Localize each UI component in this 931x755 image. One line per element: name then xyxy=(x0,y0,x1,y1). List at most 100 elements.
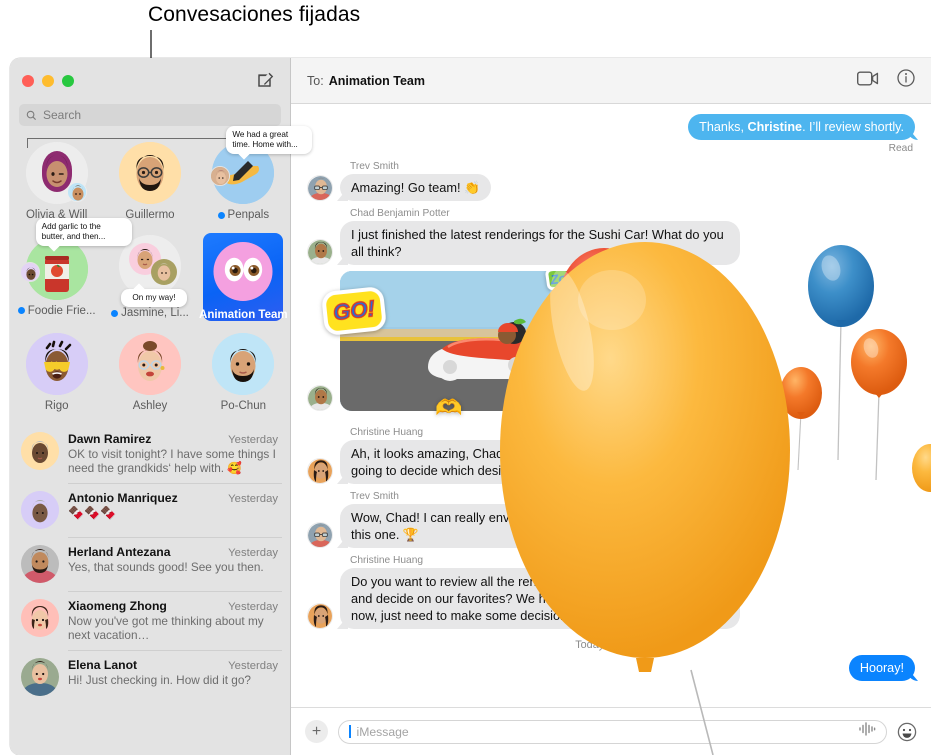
secondary-avatar xyxy=(66,182,87,202)
message-column: Christine Huang Ah, it looks amazing, Ch… xyxy=(340,427,740,484)
zoom-button[interactable] xyxy=(62,75,74,87)
list-item[interactable]: Herland Antezana Yesterday Yes, that sou… xyxy=(10,537,290,591)
facetime-video-icon[interactable] xyxy=(856,71,879,91)
pinned-item-foodie-friends[interactable]: Add garlic to the butter, and then... Fo… xyxy=(13,217,132,317)
list-item[interactable]: Elena Lanot Yesterday Hi! Just checking … xyxy=(10,650,290,704)
message-bubble: Hooray! xyxy=(848,655,915,681)
message-preview: 🍫🍫🍫 xyxy=(68,506,117,520)
avatar xyxy=(212,333,275,395)
sender-name: Chad Benjamin Potter xyxy=(350,208,450,219)
window-traffic-lights xyxy=(22,75,74,87)
pinned-item-animation-team[interactable]: Animation Team xyxy=(199,233,288,321)
message-incoming: Christine Huang Ah, it looks amazing, Ch… xyxy=(307,427,915,484)
pinned-row-2: Add garlic to the butter, and then... Fo… xyxy=(10,217,290,321)
chat-pane: To: Animation Team Thanks, Christine. I’… xyxy=(291,58,931,755)
contact-name: Antonio Manriquez xyxy=(68,491,178,505)
sidebar-titlebar xyxy=(10,58,290,104)
thread-timestamp: Today 9:41 AM xyxy=(575,639,647,651)
timestamp: Yesterday xyxy=(228,660,278,672)
list-item[interactable]: Dawn Ramirez Yesterday OK to visit tonig… xyxy=(10,424,290,483)
list-item-body: Herland Antezana Yesterday Yes, that sou… xyxy=(68,545,278,583)
avatar: Add garlic to the butter, and then... xyxy=(19,217,132,300)
list-item-body: Elena Lanot Yesterday Hi! Just checking … xyxy=(68,658,278,696)
contact-name: Herland Antezana xyxy=(68,545,171,559)
secondary-avatar xyxy=(19,261,40,282)
pinned-item-guillermo[interactable]: Guillermo xyxy=(106,142,194,221)
avatar xyxy=(307,603,333,629)
message-preview: Hi! Just checking in. How did it go? xyxy=(68,673,251,687)
messages-window: Search Olivia & Will Guillermo We had a … xyxy=(10,58,931,755)
avatar xyxy=(25,142,88,204)
pinned-item-label-wrap: Jasmine, Li... xyxy=(111,307,189,319)
contact-name: Dawn Ramirez xyxy=(68,432,152,446)
avatar xyxy=(25,333,88,395)
message-bubble: Wow, Chad! I can really envision us taki… xyxy=(340,504,740,548)
message-outgoing-last: Hooray! xyxy=(307,655,915,681)
plus-icon[interactable]: + xyxy=(305,720,328,743)
pinned-item-rigo[interactable]: Rigo xyxy=(13,333,101,412)
pinned-conversations: Olivia & Will Guillermo We had a great t… xyxy=(10,126,313,422)
message-incoming-image: Zoom GO! 🫶 xyxy=(307,271,915,420)
pinned-item-label: Penpals xyxy=(227,209,270,221)
pinned-preview-bubble: Add garlic to the butter, and then... xyxy=(35,217,132,246)
compose-icon[interactable] xyxy=(256,70,276,90)
pinned-item-penpals[interactable]: We had a great time. Home with... Penpal… xyxy=(199,126,313,221)
message-preview: OK to visit tonight? I have some things … xyxy=(68,447,276,475)
list-item[interactable]: Antonio Manriquez Yesterday 🍫🍫🍫 xyxy=(10,483,290,537)
close-button[interactable] xyxy=(22,75,34,87)
pinned-preview-bubble: We had a great time. Home with... xyxy=(226,126,313,154)
selected-pin-tile: Animation Team xyxy=(199,233,288,321)
heart-hands-sticker: 🫶 xyxy=(435,395,463,420)
pinned-item-ashley[interactable]: Ashley xyxy=(106,333,194,412)
avatar xyxy=(118,142,181,204)
avatar: We had a great time. Home with... xyxy=(210,126,313,204)
avatar xyxy=(21,545,59,583)
message-incoming: Trev Smith Wow, Chad! I can really envis… xyxy=(307,491,915,548)
pinned-item-label: Po-Chun xyxy=(220,400,266,412)
message-outgoing: Thanks, Christine. I’ll review shortly. xyxy=(307,114,915,140)
list-item-header: Herland Antezana Yesterday xyxy=(68,545,278,559)
avatar xyxy=(21,491,59,529)
avatar xyxy=(21,658,59,696)
message-preview: Now you've got me thinking about my next… xyxy=(68,614,264,642)
screenshot-root: Convesaciones fijadas Search Olivia & Wi… xyxy=(0,0,931,755)
avatar xyxy=(21,432,59,470)
timestamp: Yesterday xyxy=(228,547,278,559)
timestamp: Yesterday xyxy=(228,493,278,505)
unread-indicator xyxy=(17,307,25,314)
message-column: Chad Benjamin Potter I just finished the… xyxy=(340,208,740,265)
avatar xyxy=(118,333,181,395)
info-circle-icon[interactable] xyxy=(897,69,915,92)
message-placeholder: iMessage xyxy=(356,724,409,739)
list-item[interactable]: Xiaomeng Zhong Yesterday Now you've got … xyxy=(10,591,290,650)
unread-indicator xyxy=(111,309,119,317)
timestamp: Yesterday xyxy=(228,434,278,446)
list-item-header: Xiaomeng Zhong Yesterday xyxy=(68,599,278,613)
message-bubble: I just finished the latest renderings fo… xyxy=(340,221,740,265)
conversation-list: Dawn Ramirez Yesterday OK to visit tonig… xyxy=(10,422,290,755)
sender-name: Trev Smith xyxy=(350,161,399,172)
contact-name: Elena Lanot xyxy=(68,658,138,672)
search-input[interactable]: Search xyxy=(19,104,281,126)
pinned-item-label: Ashley xyxy=(132,400,168,412)
message-input[interactable]: iMessage xyxy=(338,719,887,744)
sender-name: Trev Smith xyxy=(350,491,399,502)
timestamp: Yesterday xyxy=(228,601,278,613)
pinned-item-label: Rigo xyxy=(44,400,69,412)
message-bubble: Do you want to review all the renders to… xyxy=(340,568,740,629)
pinned-item-olivia-will[interactable]: Olivia & Will xyxy=(13,142,101,221)
message-incoming: Trev Smith Amazing! Go team! 👏 xyxy=(307,161,915,201)
message-bubble: Ah, it looks amazing, Chad! I love it so… xyxy=(340,440,740,484)
message-bubble: Thanks, Christine. I’ll review shortly. xyxy=(688,114,915,140)
minimize-button[interactable] xyxy=(42,75,54,87)
emoji-smiley-icon[interactable] xyxy=(897,722,917,742)
pinned-item-label: Foodie Frie... xyxy=(27,304,96,317)
avatar xyxy=(21,599,59,637)
pinned-item-jasmine-li[interactable]: On my way! Jasmine, Li... xyxy=(106,235,194,319)
message-incoming: Christine Huang Do you want to review al… xyxy=(307,555,915,629)
pinned-item-po-chun[interactable]: Po-Chun xyxy=(199,333,287,412)
message-text-suffix: . I’ll review shortly. xyxy=(802,120,904,134)
message-column: Christine Huang Do you want to review al… xyxy=(340,555,740,629)
audio-waveform-icon[interactable] xyxy=(858,722,876,741)
recipient-name[interactable]: Animation Team xyxy=(329,74,425,88)
